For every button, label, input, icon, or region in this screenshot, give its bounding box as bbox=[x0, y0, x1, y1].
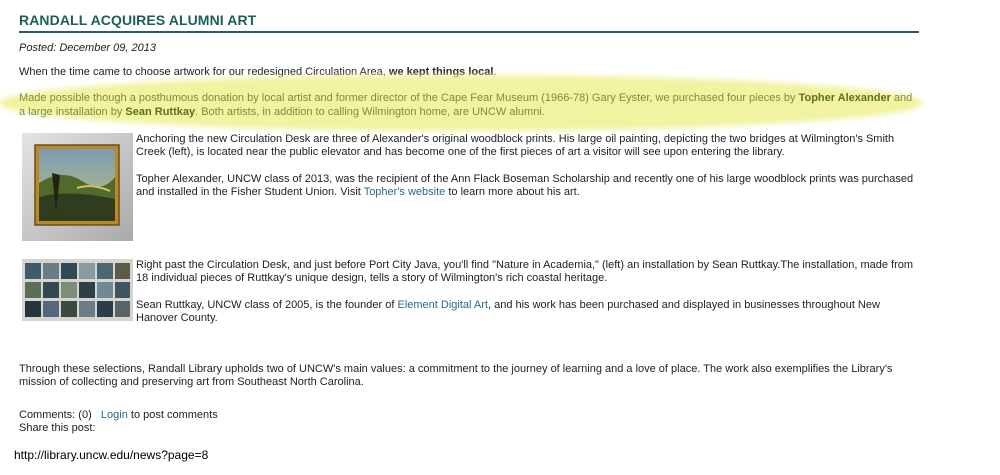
ruttkay-para2-text: Sean Ruttkay, UNCW class of 2005, is the… bbox=[136, 298, 398, 311]
page-url: http://library.uncw.edu/news?page=8 bbox=[14, 448, 209, 462]
ruttkay-section: Right past the Circulation Desk, and jus… bbox=[19, 258, 919, 326]
ruttkay-paragraph-1: Right past the Circulation Desk, and jus… bbox=[136, 258, 914, 285]
intro-text: When the time came to choose artwork for… bbox=[19, 66, 389, 78]
share-label: Share this post: bbox=[19, 422, 96, 434]
artist-name-alexander: Topher Alexander bbox=[798, 91, 891, 104]
intro-paragraph: When the time came to choose artwork for… bbox=[19, 66, 919, 80]
comments-line: Comments: (0) Login to post comments bbox=[19, 409, 218, 422]
ruttkay-text: Right past the Circulation Desk, and jus… bbox=[136, 259, 919, 326]
ruttkay-paragraph-2: Sean Ruttkay, UNCW class of 2005, is the… bbox=[136, 299, 919, 326]
highlight-text: Made possible though a posthumous donati… bbox=[19, 91, 919, 119]
post-meta: Comments: (0) Login to post comments Sha… bbox=[19, 409, 218, 435]
smith-creek-painting-image bbox=[22, 132, 133, 241]
closing-paragraph: Through these selections, Randall Librar… bbox=[19, 362, 893, 389]
alexander-section: Anchoring the new Circulation Desk are t… bbox=[19, 132, 919, 245]
intro-bold: we kept things local bbox=[388, 66, 494, 78]
element-digital-art-link[interactable]: Element Digital Art bbox=[397, 299, 487, 311]
alexander-paragraph-2: Topher Alexander, UNCW class of 2013, wa… bbox=[136, 173, 919, 200]
intro-end: . bbox=[493, 66, 497, 78]
login-link[interactable]: Login bbox=[101, 409, 128, 421]
highlight-part3: . Both artists, in addition to calling W… bbox=[195, 105, 545, 118]
alexander-text: Anchoring the new Circulation Desk are t… bbox=[136, 133, 919, 200]
post-date: Posted: December 09, 2013 bbox=[19, 42, 156, 54]
login-suffix: to post comments bbox=[127, 409, 218, 421]
post-title: RANDALL ACQUIRES ALUMNI ART bbox=[19, 12, 919, 33]
highlight-part1: Made possible though a posthumous donati… bbox=[19, 91, 799, 104]
topher-website-link[interactable]: Topher's website bbox=[364, 186, 446, 198]
artist-name-ruttkay: Sean Ruttkay bbox=[125, 105, 196, 118]
alexander-paragraph-1: Anchoring the new Circulation Desk are t… bbox=[136, 132, 895, 159]
news-post: RANDALL ACQUIRES ALUMNI ART Posted: Dece… bbox=[5, 12, 919, 390]
highlighted-paragraph: Made possible though a posthumous donati… bbox=[5, 80, 919, 125]
alexander-para2-end: to learn more about his art. bbox=[445, 186, 580, 198]
nature-in-academia-image bbox=[22, 258, 133, 321]
comments-count: Comments: (0) bbox=[19, 409, 92, 421]
